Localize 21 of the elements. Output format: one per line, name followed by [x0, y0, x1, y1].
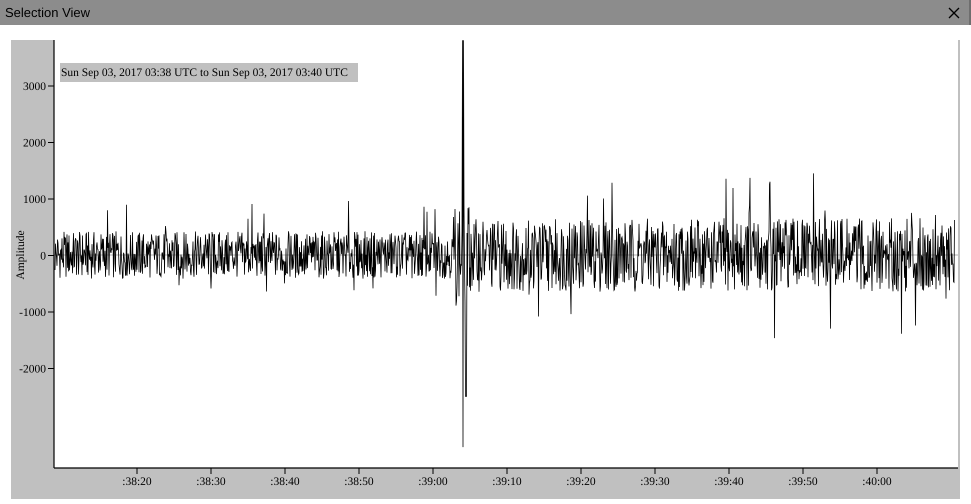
time-range-label: Sun Sep 03, 2017 03:38 UTC to Sun Sep 03, 2017 03:40 UTC [60, 63, 358, 82]
y-tick-label: 1000 [23, 194, 46, 206]
x-tick-label: :39:50 [788, 476, 818, 488]
x-tick-label: :38:40 [270, 476, 300, 488]
x-tick-label: :39:40 [714, 476, 744, 488]
y-tick-label: -1000 [19, 307, 46, 319]
window-title: Selection View [4, 4, 90, 22]
close-icon[interactable] [947, 6, 961, 20]
x-tick-label: :38:20 [122, 476, 152, 488]
y-tick-label: 3000 [23, 81, 46, 93]
x-tick-label: :39:10 [492, 476, 522, 488]
x-tick-label: :39:30 [640, 476, 670, 488]
y-tick-label: -2000 [19, 364, 46, 376]
y-tick-label: 0 [40, 250, 46, 262]
x-tick-label: :40:00 [862, 476, 892, 488]
x-tick-label: :39:00 [418, 476, 448, 488]
x-tick-label: :39:20 [566, 476, 596, 488]
x-tick-label: :38:30 [196, 476, 226, 488]
x-tick-label: :38:50 [344, 476, 374, 488]
y-tick-label: 2000 [23, 138, 46, 150]
y-axis-label: Amplitude [15, 230, 27, 280]
